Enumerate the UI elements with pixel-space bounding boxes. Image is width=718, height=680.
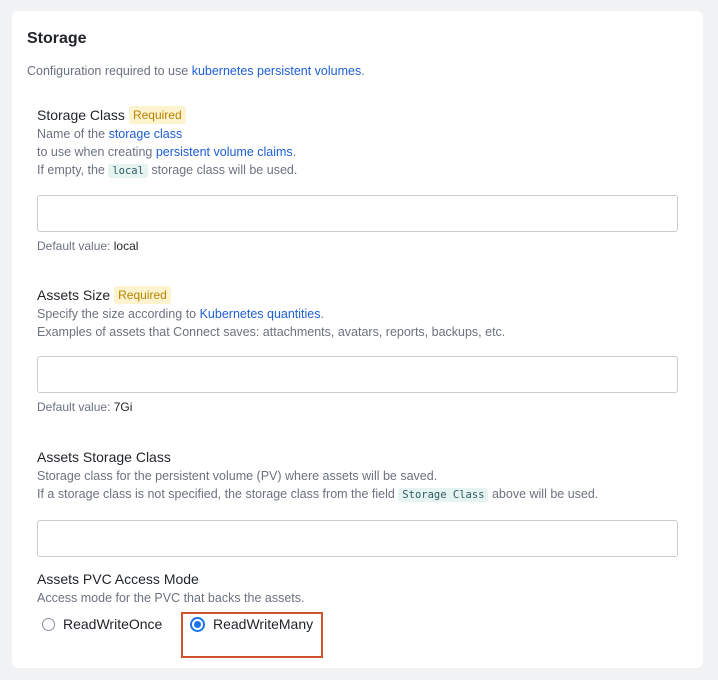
storage-class-label-row: Storage Class Required: [37, 105, 678, 125]
assets-size-help-1: Specify the size according to Kubernetes…: [37, 305, 678, 323]
storage-class-help-1: Name of the storage class: [37, 125, 678, 143]
storage-class-help-2: to use when creating persistent volume c…: [37, 143, 678, 161]
assets-size-label-row: Assets Size Required: [37, 285, 678, 305]
radio-unchecked-icon[interactable]: [42, 617, 55, 631]
k8s-persistent-volumes-link[interactable]: kubernetes persistent volumes: [192, 64, 362, 78]
storage-class-default: Default value: local: [37, 238, 678, 254]
help-text: storage class will be used.: [147, 163, 298, 177]
default-value: local: [113, 239, 139, 253]
assets-storage-class-help-1: Storage class for the persistent volume …: [37, 469, 438, 483]
selection-highlight-box: [181, 612, 323, 658]
k8s-quantities-link[interactable]: Kubernetes quantities: [200, 307, 321, 321]
help-text: If a storage class is not specified, the…: [37, 487, 399, 501]
required-badge: Required: [114, 286, 171, 304]
assets-storage-class-label: Assets Storage Class: [37, 449, 171, 465]
help-text: .: [292, 145, 297, 159]
access-mode-field: Assets PVC Access Mode Access mode for t…: [37, 569, 678, 607]
radio-label[interactable]: ReadWriteOnce: [63, 616, 162, 632]
access-mode-label: Assets PVC Access Mode: [37, 571, 199, 587]
radio-readwriteonce[interactable]: ReadWriteOnce: [42, 609, 162, 639]
default-value: 7Gi: [113, 400, 133, 414]
assets-size-label: Assets Size: [37, 287, 111, 303]
assets-storage-class-field: Assets Storage Class Storage class for t…: [37, 447, 678, 557]
storage-class-input[interactable]: [37, 195, 678, 232]
help-text: .: [320, 307, 324, 321]
storage-class-code: Storage Class: [398, 488, 489, 502]
storage-class-label: Storage Class: [37, 107, 125, 123]
storage-class-link[interactable]: storage class: [109, 127, 183, 141]
assets-size-default: Default value: 7Gi: [37, 399, 678, 415]
default-label: Default value:: [37, 239, 111, 253]
section-description: Configuration required to use kubernetes…: [27, 64, 365, 78]
section-desc-suffix: .: [361, 64, 365, 78]
assets-size-field: Assets Size Required Specify the size acc…: [37, 285, 678, 415]
help-text: If empty, the: [37, 163, 109, 177]
local-code: local: [108, 164, 148, 178]
pvc-link[interactable]: persistent volume claims: [156, 145, 293, 159]
section-title: Storage: [27, 30, 87, 47]
assets-size-input[interactable]: [37, 356, 678, 393]
assets-storage-class-help-2: If a storage class is not specified, the…: [37, 485, 678, 504]
access-mode-help: Access mode for the PVC that backs the a…: [37, 591, 305, 605]
storage-class-help-3: If empty, the local storage class will b…: [37, 161, 678, 180]
storage-section-card: Storage Configuration required to use ku…: [12, 11, 703, 668]
default-label: Default value:: [37, 400, 111, 414]
assets-size-help-2: Examples of assets that Connect saves: a…: [37, 325, 506, 339]
help-text: Specify the size according to: [37, 307, 200, 321]
assets-storage-class-input[interactable]: [37, 520, 678, 557]
help-text: Name of the: [37, 127, 109, 141]
help-text: above will be used.: [488, 487, 599, 501]
required-badge: Required: [128, 106, 186, 124]
help-text: to use when creating: [37, 145, 156, 159]
section-desc-text: Configuration required to use: [27, 64, 192, 78]
storage-class-field: Storage Class Required Name of the storag…: [37, 105, 678, 254]
